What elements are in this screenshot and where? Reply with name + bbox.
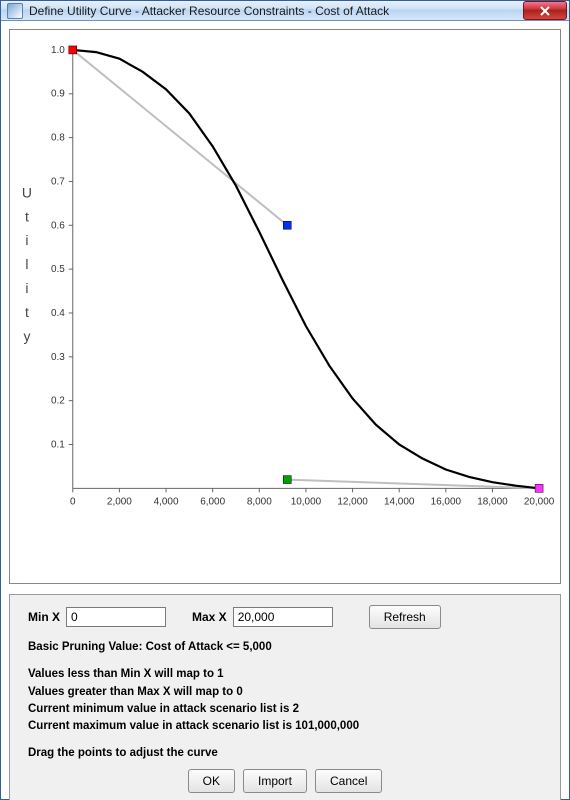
controls-panel: Min X Max X Refresh Basic Pruning Value:… [9,594,561,800]
svg-text:y: y [23,328,30,344]
svg-text:0.7: 0.7 [51,176,65,187]
svg-text:t: t [25,208,29,224]
pruning-line: Basic Pruning Value: Cost of Attack <= 5… [28,639,546,656]
svg-text:20,000: 20,000 [524,496,555,507]
svg-text:l: l [25,256,28,272]
cancel-button[interactable]: Cancel [315,769,382,793]
svg-text:0: 0 [70,496,76,507]
svg-text:4,000: 4,000 [154,496,179,507]
titlebar[interactable]: Define Utility Curve - Attacker Resource… [1,1,569,21]
svg-text:t: t [25,304,29,320]
svg-text:1.0: 1.0 [51,45,65,56]
window-title: Define Utility Curve - Attacker Resource… [29,4,523,18]
control-point-p2[interactable] [283,476,291,484]
info-line-4: Current maximum value in attack scenario… [28,718,546,735]
app-icon [7,3,23,19]
info-line-2: Values greater than Max X will map to 0 [28,684,546,701]
min-x-input[interactable] [66,607,166,627]
control-point-p1[interactable] [283,221,291,229]
info-text: Basic Pruning Value: Cost of Attack <= 5… [24,639,546,763]
max-x-label: Max X [192,610,227,624]
svg-text:0.8: 0.8 [51,133,65,144]
min-x-label: Min X [28,610,60,624]
utility-chart[interactable]: 0.1 0.2 0.3 0.4 0.5 0.6 0.7 0.8 0.9 1.0 0 2,000 4,00… [10,30,560,583]
svg-text:0.1: 0.1 [51,439,65,450]
close-icon [539,6,551,16]
dialog-buttons: OK Import Cancel [24,769,546,793]
svg-text:0.2: 0.2 [51,396,65,407]
control-point-p0[interactable] [69,46,77,54]
svg-text:0.6: 0.6 [51,220,65,231]
svg-text:i: i [25,232,28,248]
svg-text:0.3: 0.3 [51,352,65,363]
svg-text:0.5: 0.5 [51,264,65,275]
svg-text:0.9: 0.9 [51,89,65,100]
range-row: Min X Max X Refresh [24,605,546,629]
svg-text:18,000: 18,000 [477,496,508,507]
close-button[interactable] [523,1,567,20]
svg-text:16,000: 16,000 [431,496,462,507]
svg-text:14,000: 14,000 [384,496,415,507]
import-button[interactable]: Import [243,769,307,793]
drag-hint: Drag the points to adjust the curve [28,745,546,762]
info-line-3: Current minimum value in attack scenario… [28,701,546,718]
max-x-input[interactable] [233,607,333,627]
svg-text:0.4: 0.4 [51,308,65,319]
utility-curve [73,50,539,488]
svg-text:U: U [22,184,32,200]
client-area: 0.1 0.2 0.3 0.4 0.5 0.6 0.7 0.8 0.9 1.0 0 2,000 4,00… [1,21,569,800]
ok-button[interactable]: OK [188,769,235,793]
dialog-window: Define Utility Curve - Attacker Resource… [0,0,570,800]
svg-text:2,000: 2,000 [107,496,132,507]
info-line-1: Values less than Min X will map to 1 [28,666,546,683]
svg-text:6,000: 6,000 [200,496,225,507]
refresh-button[interactable]: Refresh [369,605,441,629]
control-point-p3[interactable] [535,484,543,492]
chart-panel: 0.1 0.2 0.3 0.4 0.5 0.6 0.7 0.8 0.9 1.0 0 2,000 4,00… [9,29,561,584]
svg-text:10,000: 10,000 [291,496,322,507]
svg-text:i: i [25,280,28,296]
svg-text:12,000: 12,000 [337,496,368,507]
control-line-upper [73,50,288,225]
svg-text:8,000: 8,000 [247,496,272,507]
